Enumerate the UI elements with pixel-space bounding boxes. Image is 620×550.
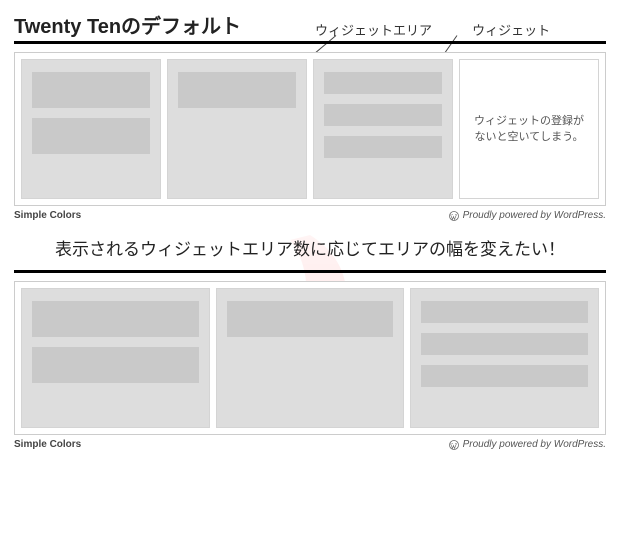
widget: [324, 104, 442, 126]
widget-area: [21, 59, 161, 199]
divider: [14, 41, 606, 44]
label-widget: ウィジェット: [472, 20, 550, 39]
widget: [32, 118, 150, 154]
footer-right: Proudly powered by WordPress.: [463, 210, 606, 221]
widget-area: [216, 288, 405, 428]
widget: [324, 136, 442, 158]
widget: [324, 72, 442, 94]
divider: [14, 270, 606, 273]
widget: [32, 301, 199, 337]
diagram-title: Twenty Tenのデフォルト: [14, 10, 241, 39]
widget: [421, 333, 588, 355]
widget-area-bar-bottom: [14, 281, 606, 435]
label-widget-area: ウィジェットエリア: [315, 20, 432, 39]
footer-left: Simple Colors: [14, 210, 81, 221]
widget: [421, 301, 588, 323]
wordpress-icon: [449, 440, 459, 450]
widget: [227, 301, 394, 337]
widget: [178, 72, 296, 108]
footer-left: Simple Colors: [14, 439, 81, 450]
wordpress-icon: [449, 211, 459, 221]
widget: [32, 347, 199, 383]
widget-area: [313, 59, 453, 199]
footer-right: Proudly powered by WordPress.: [463, 439, 606, 450]
widget-area: [167, 59, 307, 199]
widget: [421, 365, 588, 387]
widget-area-bar-top: ウィジェットの登録がないと空いてしまう。: [14, 52, 606, 206]
widget: [32, 72, 150, 108]
widget-area: [21, 288, 210, 428]
widget-area: [410, 288, 599, 428]
caption: 表示されるウィジェットエリア数に応じてエリアの幅を変えたい！: [14, 235, 606, 260]
empty-note: ウィジェットの登録がないと空いてしまう。: [470, 113, 588, 146]
widget-area-empty: ウィジェットの登録がないと空いてしまう。: [459, 59, 599, 199]
